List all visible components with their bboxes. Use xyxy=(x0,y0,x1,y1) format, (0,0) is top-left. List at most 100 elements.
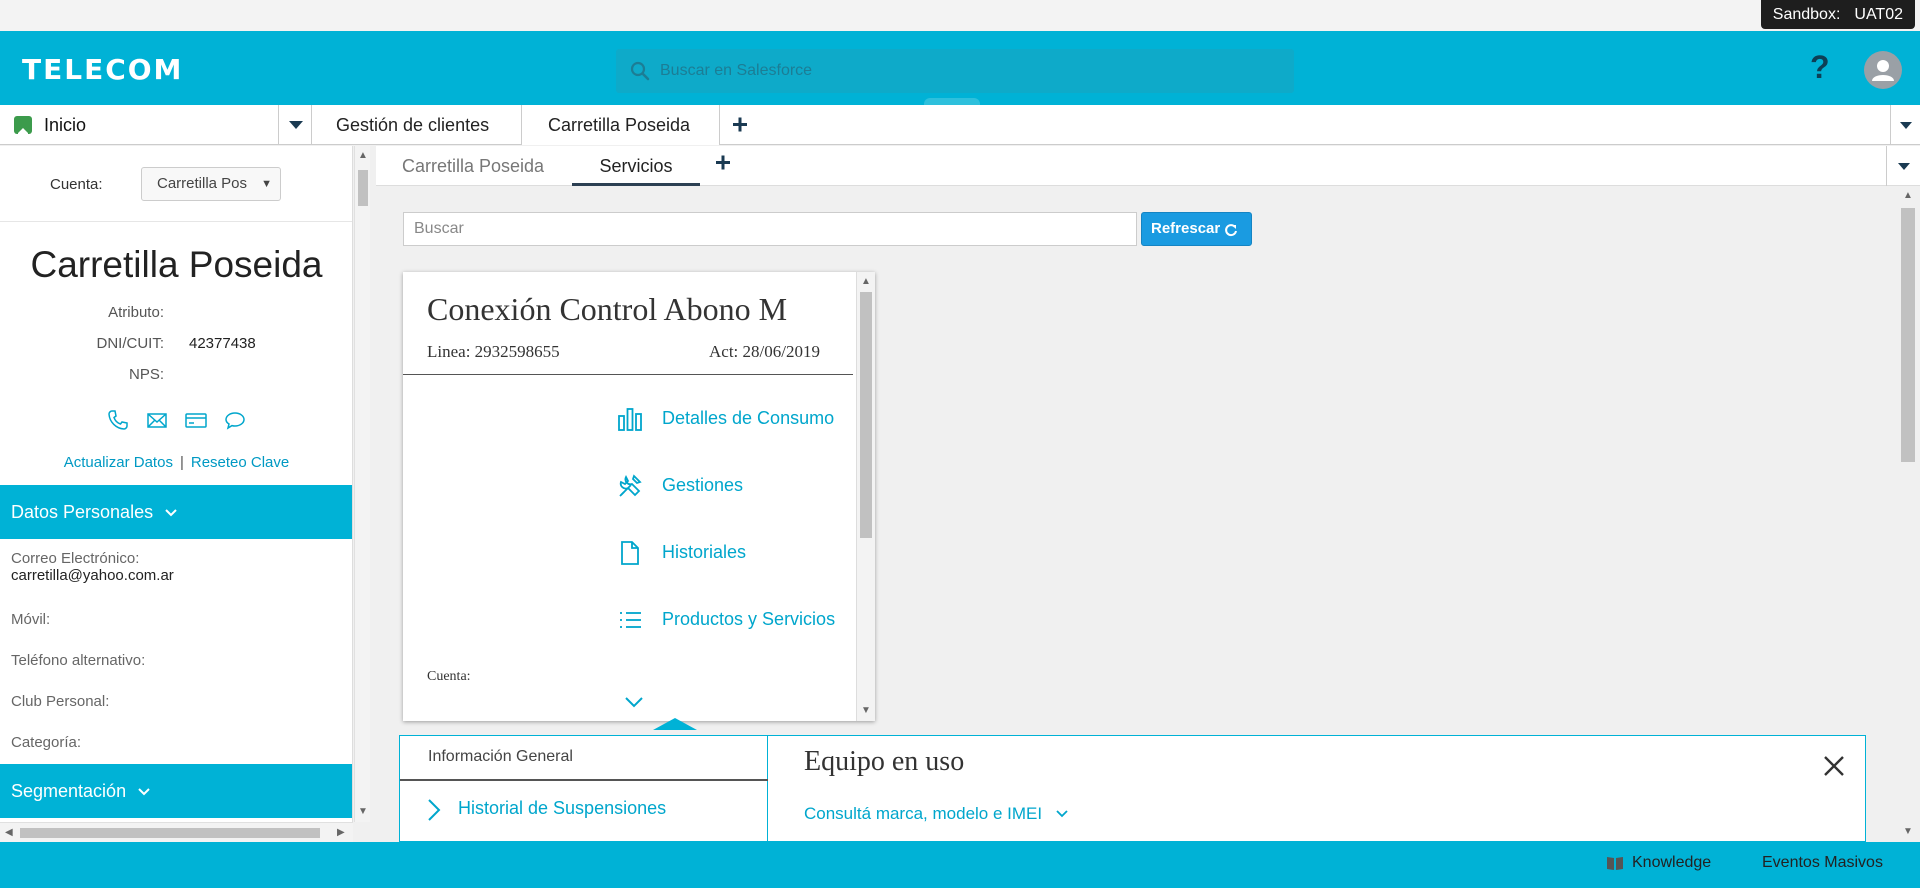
global-search-input[interactable] xyxy=(660,49,1280,93)
caret-down-icon: ▼ xyxy=(261,178,272,190)
search-icon xyxy=(630,61,650,81)
info-general-tab[interactable]: Información General xyxy=(400,736,768,781)
field-telefono: Teléfono alternativo: xyxy=(11,652,145,669)
action-label: Productos y Servicios xyxy=(662,609,836,629)
field-movil: Móvil: xyxy=(11,611,50,628)
scroll-thumb[interactable] xyxy=(358,170,368,206)
book-icon xyxy=(1607,857,1623,870)
service-title: Conexión Control Abono M xyxy=(427,291,788,327)
sidebar-horizontal-scrollbar[interactable]: ◀ ▶ xyxy=(0,822,353,842)
field-correo: Correo Electrónico: carretilla@yahoo.com… xyxy=(11,550,174,584)
service-line-number: Linea: 2932598655 xyxy=(427,342,560,361)
scroll-up-icon[interactable]: ▲ xyxy=(358,150,368,161)
chevron-down-icon xyxy=(1056,810,1068,818)
cuenta-select-value: Carretilla Pos xyxy=(157,175,248,192)
scroll-up-icon[interactable]: ▲ xyxy=(861,276,871,287)
chevron-right-icon xyxy=(428,799,441,821)
cuenta-select[interactable]: Carretilla Pos ▼ xyxy=(141,167,281,201)
field-label: Correo Electrónico: xyxy=(11,550,140,567)
chevron-down-icon xyxy=(138,788,150,796)
help-icon[interactable]: ? xyxy=(1810,49,1830,86)
attribute-value: 42377438 xyxy=(189,335,256,352)
cuenta-label: Cuenta: xyxy=(50,176,103,193)
link-separator: | xyxy=(179,454,184,471)
field-label: Categoría: xyxy=(11,734,82,751)
add-tab-button[interactable] xyxy=(720,105,760,145)
card-pointer xyxy=(653,718,697,730)
tools-icon xyxy=(617,473,643,499)
app-header: TELECOM ? xyxy=(0,31,1920,105)
expand-card-button[interactable] xyxy=(624,695,644,714)
tab-overflow-button[interactable] xyxy=(1890,105,1920,145)
scroll-down-icon[interactable]: ▼ xyxy=(861,705,871,716)
action-label: Gestiones xyxy=(662,475,744,495)
sandbox-badge: Sandbox: UAT02 xyxy=(1760,0,1915,29)
close-icon[interactable] xyxy=(1822,754,1846,778)
user-avatar[interactable] xyxy=(1864,51,1902,89)
reseteo-clave-link[interactable]: Reseteo Clave xyxy=(191,454,289,471)
mail-icon[interactable] xyxy=(145,408,169,432)
scroll-down-icon[interactable]: ▼ xyxy=(1903,826,1913,837)
browser-top-strip xyxy=(0,0,1920,31)
caret-down-icon xyxy=(1898,163,1910,170)
historial-suspensiones-item[interactable]: Historial de Suspensiones xyxy=(428,798,666,821)
equipo-en-uso-title: Equipo en uso xyxy=(804,746,965,777)
card-scrollbar[interactable]: ▲ ▼ xyxy=(856,272,875,721)
refresh-icon xyxy=(1225,224,1237,237)
field-label: Club Personal: xyxy=(11,693,110,710)
field-categoria: Categoría: xyxy=(11,734,81,751)
refresh-label: Refrescar xyxy=(1151,220,1221,237)
attribute-key: NPS: xyxy=(128,366,164,383)
scroll-thumb[interactable] xyxy=(1901,208,1915,462)
eventos-masivos-button[interactable]: Eventos Masivos xyxy=(1762,854,1883,872)
bar-chart-icon xyxy=(617,406,643,432)
scroll-thumb[interactable] xyxy=(860,292,872,538)
knowledge-button[interactable]: Knowledge xyxy=(1606,854,1711,872)
consulta-imei-link[interactable]: Consultá marca, modelo e IMEI xyxy=(804,804,1069,824)
datos-personales-section[interactable]: Datos Personales xyxy=(0,485,352,539)
plus-icon xyxy=(716,155,730,170)
detail-menu: Información General Historial de Suspens… xyxy=(400,736,768,841)
search-handle[interactable] xyxy=(924,98,980,105)
actualizar-datos-link[interactable]: Actualizar Datos xyxy=(64,454,173,471)
segmentacion-section[interactable]: Segmentación xyxy=(0,764,352,818)
servicios-search-input[interactable] xyxy=(403,212,1137,246)
sidebar-vertical-scrollbar[interactable]: ▲ ▼ xyxy=(354,146,370,822)
telecom-logo[interactable]: TELECOM xyxy=(22,53,183,86)
tab-gestion-clientes[interactable]: Gestión de clientes xyxy=(312,105,522,145)
caret-down-icon xyxy=(289,121,303,129)
account-name: Carretilla Poseida xyxy=(30,244,323,285)
tab-inicio-dropdown[interactable] xyxy=(278,105,312,145)
refresh-button[interactable]: Refrescar xyxy=(1141,212,1252,246)
add-subtab-button[interactable] xyxy=(709,146,737,186)
subtab-overflow-button[interactable] xyxy=(1886,146,1920,186)
chevron-down-icon xyxy=(165,509,177,517)
section-title: Datos Personales xyxy=(11,502,154,522)
consulta-imei-label: Consultá marca, modelo e IMEI xyxy=(804,804,1043,823)
sandbox-name: UAT02 xyxy=(1854,6,1903,23)
global-search[interactable] xyxy=(616,49,1294,93)
contact-actions xyxy=(106,408,256,432)
list-icon xyxy=(617,607,643,633)
chat-icon[interactable] xyxy=(223,408,247,432)
scroll-thumb[interactable] xyxy=(20,828,320,838)
phone-icon[interactable] xyxy=(106,408,130,432)
utility-footer: Knowledge Eventos Masivos xyxy=(0,842,1920,888)
tab-carretilla-poseida[interactable]: Carretilla Poseida xyxy=(522,105,720,145)
document-icon xyxy=(617,540,643,566)
subtab-servicios[interactable]: Servicios xyxy=(572,146,700,186)
tab-inicio-label: Inicio xyxy=(44,115,87,135)
tab-inicio[interactable]: Inicio xyxy=(0,105,312,145)
service-activation-date: Act: 28/06/2019 xyxy=(709,342,820,361)
card-icon[interactable] xyxy=(184,408,208,432)
subtab-carretilla-poseida[interactable]: Carretilla Poseida xyxy=(402,146,544,186)
sandbox-label: Sandbox: xyxy=(1772,6,1841,23)
scroll-up-icon[interactable]: ▲ xyxy=(1903,190,1913,201)
home-icon xyxy=(14,116,32,138)
service-card: Conexión Control Abono M Linea: 29325986… xyxy=(403,272,875,721)
scroll-left-icon[interactable]: ◀ xyxy=(5,827,13,838)
main-vertical-scrollbar[interactable]: ▲ ▼ xyxy=(1896,186,1920,842)
subtab-bar: Carretilla Poseida Servicios xyxy=(376,146,1920,186)
scroll-right-icon[interactable]: ▶ xyxy=(337,827,345,838)
scroll-down-icon[interactable]: ▼ xyxy=(358,806,368,817)
